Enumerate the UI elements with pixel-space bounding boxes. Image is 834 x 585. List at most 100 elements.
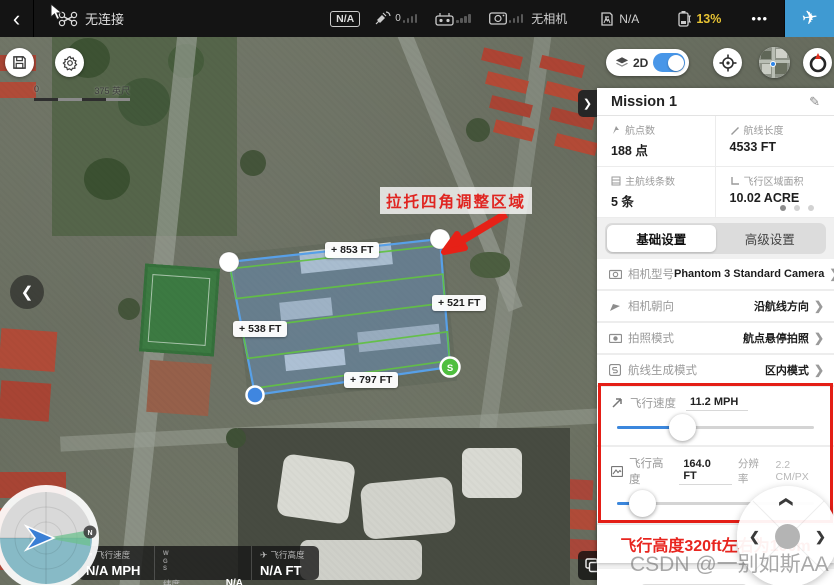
edge-distance-label: +853 FT	[325, 242, 379, 258]
altitude-plane-icon: ✈	[260, 550, 268, 561]
minimap-button[interactable]	[759, 47, 790, 78]
stat-line-count: 主航线条数 5 条	[597, 167, 716, 218]
area-icon	[730, 176, 740, 186]
drag-corners-annotation: 拉托四角调整区域	[380, 187, 532, 214]
telemetry-alt-value: N/A FT	[260, 563, 311, 578]
chevron-right-icon: ❯	[583, 97, 592, 110]
flight-mode: N/A	[599, 11, 639, 27]
plus-icon: +	[239, 323, 245, 335]
satellite-icon	[374, 11, 391, 26]
view-mode-pill[interactable]: 2D	[606, 49, 689, 76]
chevron-right-icon: ❯	[814, 299, 824, 313]
gps-count: 0	[395, 13, 401, 24]
chevron-left-icon: ❮	[21, 283, 34, 301]
view-mode-label: 2D	[633, 56, 648, 70]
gps-status: 0	[374, 11, 421, 26]
mode-badge: N/A	[330, 11, 360, 27]
altitude-icon	[611, 466, 623, 477]
stat-waypoints: 航点数 188 点	[597, 116, 716, 167]
layers-icon	[615, 56, 629, 69]
more-menu-button[interactable]: •••	[751, 11, 768, 26]
north-indicator: N	[87, 530, 92, 537]
battery-status: 13%	[677, 10, 721, 27]
annotation-arrow-shaft	[461, 214, 506, 241]
minimap-thumbnail	[759, 47, 790, 78]
map-settings-button[interactable]	[55, 48, 84, 77]
setting-photo-mode[interactable]: 拍照模式 航点悬停拍照 ❯	[597, 323, 834, 355]
setting-camera-heading[interactable]: 相机朝向 沿航线方向 ❯	[597, 291, 834, 323]
altitude-slider-knob[interactable]	[629, 490, 656, 517]
speed-slider[interactable]	[611, 413, 820, 443]
attitude-compass-widget[interactable]: N	[0, 482, 102, 585]
save-mission-button[interactable]	[5, 48, 34, 77]
stat-area: 飞行区域面积 10.02 ACRE	[716, 167, 834, 218]
speed-icon	[611, 397, 623, 409]
speed-slider-row: 飞行速度 11.2 MPH	[597, 387, 834, 447]
nudge-left-button[interactable]: ❮	[749, 529, 760, 545]
mouse-cursor	[50, 3, 64, 21]
camera-icon	[609, 269, 622, 279]
flight-mode-icon	[599, 11, 615, 27]
plus-icon: +	[438, 297, 444, 309]
back-icon: ‹	[13, 6, 20, 32]
mission-header: Mission 1 ✎	[597, 88, 834, 116]
tab-advanced-settings[interactable]: 高级设置	[716, 225, 825, 252]
battery-percent: 13%	[696, 12, 721, 26]
camera-status-label: 无相机	[531, 10, 567, 27]
mission-title: Mission 1	[611, 94, 677, 110]
collapse-left-button[interactable]: ❮	[10, 275, 44, 309]
view-2d-toggle[interactable]	[653, 53, 685, 72]
speed-slider-knob[interactable]	[669, 414, 696, 441]
top-status-bar: ‹ 无连接 N/A 0 无相机 N/A 13% •••	[0, 0, 834, 37]
route-mode-icon	[609, 364, 621, 376]
chevron-right-icon: ❯	[829, 267, 834, 281]
corner-handle-selected	[247, 387, 264, 404]
dpad-center-knob[interactable]	[775, 524, 800, 549]
compass-icon	[807, 52, 829, 74]
flight-mode-value: N/A	[619, 12, 639, 26]
mission-stats: 航点数 188 点 航线长度 4533 FT 主航线条数 5 条 飞行区域面积 …	[597, 116, 834, 218]
corner-handle	[219, 252, 239, 272]
ruler-icon	[730, 125, 740, 135]
edit-mission-icon[interactable]: ✎	[809, 94, 820, 110]
start-marker-letter: S	[447, 363, 453, 374]
scale-zero: 0	[34, 84, 39, 97]
telemetry-lat-value: N/A	[226, 578, 243, 585]
edge-distance-label: +538 FT	[233, 321, 287, 337]
stats-page-dots[interactable]	[780, 205, 814, 211]
speed-value: 11.2 MPH	[686, 396, 748, 411]
tab-basic-settings[interactable]: 基础设置	[607, 225, 716, 252]
rc-status	[435, 12, 475, 26]
scale-max: 375 英尺	[94, 84, 130, 97]
panel-collapse-tab[interactable]: ❯	[578, 90, 597, 117]
battery-icon	[677, 10, 692, 27]
camera-signal-bars	[509, 14, 524, 23]
rc-signal-bars	[456, 14, 471, 23]
remote-controller-icon	[435, 12, 454, 26]
takeoff-button[interactable]: ✈	[784, 0, 834, 37]
altitude-value: 164.0 FT	[679, 458, 732, 485]
photo-mode-icon	[609, 333, 622, 343]
plus-icon: +	[350, 374, 356, 386]
settings-tabs: 基础设置 高级设置	[605, 223, 826, 254]
toggle-knob	[668, 55, 684, 71]
gear-icon	[62, 55, 78, 71]
telemetry-position: WGS 纬度N/A 经度N/A	[154, 546, 251, 580]
camera-status: 无相机	[489, 10, 568, 27]
resolution-value: 2.2 CM/PX	[776, 459, 821, 483]
waypoint-icon	[611, 125, 621, 135]
nudge-up-button[interactable]: ❮	[778, 497, 794, 508]
locate-me-button[interactable]	[713, 48, 742, 77]
compass-reset-button[interactable]	[803, 48, 832, 77]
nudge-right-button[interactable]: ❯	[815, 529, 826, 545]
locate-icon	[719, 54, 737, 72]
scale-bar-graphic	[34, 98, 130, 101]
heading-icon	[609, 300, 621, 312]
setting-route-mode[interactable]: 航线生成模式 区内模式 ❯	[597, 355, 834, 387]
telemetry-altitude: ✈飞行高度 N/A FT	[251, 546, 319, 580]
lines-icon	[611, 176, 621, 186]
back-button[interactable]: ‹	[0, 0, 34, 37]
gps-signal-bars	[403, 14, 418, 23]
aircraft-connection: 无连接	[58, 9, 124, 28]
setting-camera-model[interactable]: 相机型号 Phantom 3 Standard Camera ❯	[597, 259, 834, 291]
